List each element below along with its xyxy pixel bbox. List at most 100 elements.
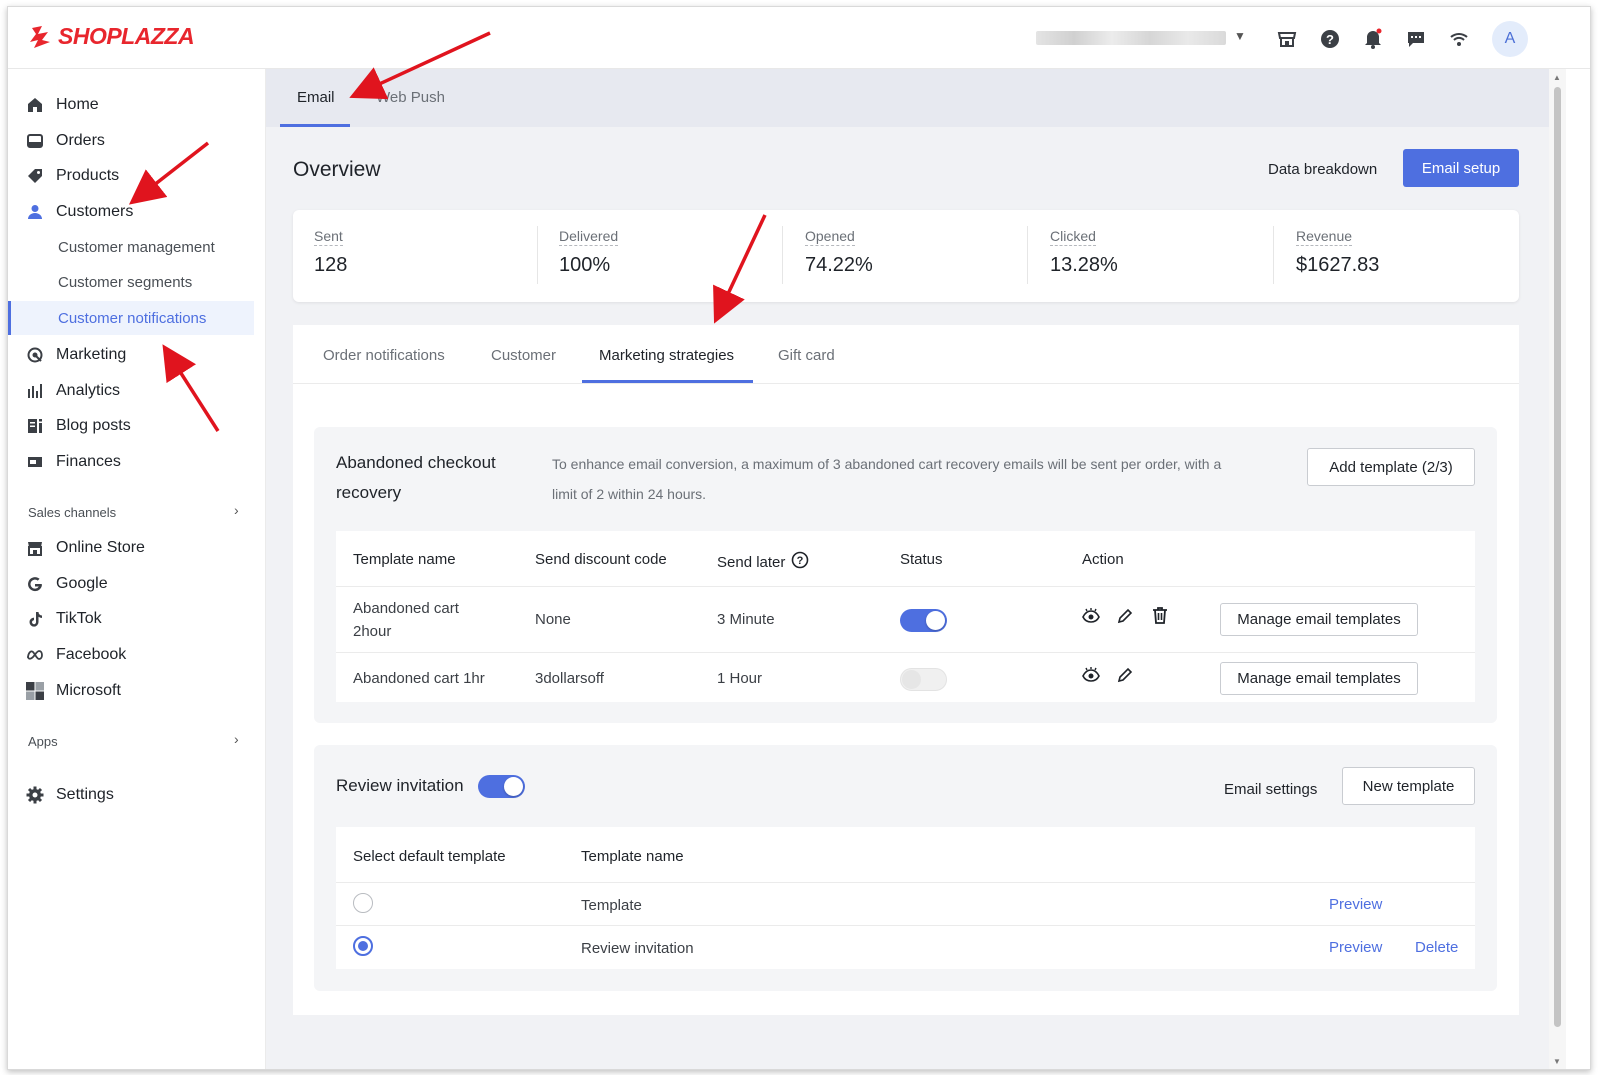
preview-eye-icon[interactable] xyxy=(1081,606,1101,626)
abandoned-templates-table: Template name Send discount code Send la… xyxy=(336,531,1475,702)
sales-channels-label: Sales channels xyxy=(28,505,117,520)
sidebar-item-orders[interactable]: Orders xyxy=(26,126,105,156)
sidebar: Home Orders Products Customers Customer … xyxy=(8,69,266,1069)
review-invitation-toggle[interactable] xyxy=(478,775,525,798)
sidebar-subitem-customer-notifications[interactable]: Customer notifications xyxy=(58,310,206,327)
chevron-right-icon[interactable]: › xyxy=(234,731,239,747)
sidebar-item-online-store[interactable]: Online Store xyxy=(26,533,145,563)
edit-pencil-icon[interactable] xyxy=(1115,665,1135,685)
wifi-icon[interactable] xyxy=(1447,27,1471,51)
chevron-right-icon[interactable]: › xyxy=(234,502,239,518)
new-template-button[interactable]: New template xyxy=(1342,767,1475,805)
active-tab-indicator xyxy=(280,124,350,127)
sidebar-item-google[interactable]: Google xyxy=(26,569,108,599)
help-circle-icon[interactable]: ? xyxy=(791,551,809,573)
status-toggle[interactable] xyxy=(900,668,947,691)
preview-link[interactable]: Preview xyxy=(1329,896,1382,913)
review-invitation-section: Review invitation Email settings New tem… xyxy=(314,745,1497,991)
sidebar-item-finances[interactable]: Finances xyxy=(26,447,121,477)
store-selector[interactable] xyxy=(1036,31,1226,45)
sidebar-item-label: Analytics xyxy=(56,382,121,399)
column-header: Template name xyxy=(581,848,684,865)
sidebar-item-products[interactable]: Products xyxy=(26,161,119,191)
divider xyxy=(537,226,538,284)
finances-icon xyxy=(26,453,44,471)
review-templates-table: Select default template Template name Te… xyxy=(336,827,1475,969)
send-later-cell: 1 Hour xyxy=(717,670,763,687)
blog-icon xyxy=(26,417,44,435)
scrollbar[interactable]: ▲ ▼ xyxy=(1549,69,1566,1069)
stat-label: Clicked xyxy=(1050,228,1096,246)
scroll-up-icon[interactable]: ▲ xyxy=(1553,73,1561,82)
preview-link[interactable]: Preview xyxy=(1329,939,1382,956)
stat-clicked: Clicked 13.28% xyxy=(1050,228,1118,277)
default-template-radio[interactable] xyxy=(353,893,373,913)
meta-icon xyxy=(26,646,44,664)
bell-icon[interactable] xyxy=(1361,27,1385,51)
sidebar-item-home[interactable]: Home xyxy=(26,90,99,120)
home-icon xyxy=(26,96,44,114)
scroll-thumb[interactable] xyxy=(1554,87,1561,1027)
chevron-down-icon[interactable]: ▼ xyxy=(1234,29,1246,43)
divider xyxy=(336,652,1475,653)
email-settings-link[interactable]: Email settings xyxy=(1224,778,1317,801)
stat-label: Sent xyxy=(314,228,343,246)
discount-code-cell: 3dollarsoff xyxy=(535,670,604,687)
sidebar-subitem-customer-management[interactable]: Customer management xyxy=(58,239,215,256)
sidebar-item-facebook[interactable]: Facebook xyxy=(26,640,126,670)
marketing-icon xyxy=(26,346,44,364)
divider xyxy=(1273,226,1274,284)
shoplazza-logo[interactable]: SHOPLAZZA xyxy=(28,23,195,50)
sidebar-item-label: Facebook xyxy=(56,646,127,663)
delete-link[interactable]: Delete xyxy=(1415,939,1458,956)
tab-gift-card[interactable]: Gift card xyxy=(778,347,835,364)
data-breakdown-link[interactable]: Data breakdown xyxy=(1268,161,1377,178)
stat-delivered: Delivered 100% xyxy=(559,228,619,277)
sidebar-item-label: Online Store xyxy=(56,539,145,556)
tab-email[interactable]: Email xyxy=(297,89,335,106)
divider xyxy=(336,882,1475,883)
section-title-continued: recovery xyxy=(336,483,402,502)
tab-web-push[interactable]: Web Push xyxy=(376,89,445,106)
scroll-down-icon[interactable]: ▼ xyxy=(1553,1057,1561,1066)
sidebar-item-microsoft[interactable]: Microsoft xyxy=(26,676,121,706)
delete-trash-icon[interactable] xyxy=(1150,605,1170,625)
manage-email-templates-button[interactable]: Manage email templates xyxy=(1220,662,1418,695)
stat-opened: Opened 74.22% xyxy=(805,228,873,277)
template-name-cell: Template xyxy=(581,897,642,914)
tab-divider xyxy=(293,383,1519,384)
sidebar-item-label: Products xyxy=(56,167,120,184)
sidebar-item-blog-posts[interactable]: Blog posts xyxy=(26,411,131,441)
stat-value: $1627.83 xyxy=(1296,254,1380,276)
section-title: Review invitation xyxy=(336,776,464,795)
default-template-radio[interactable] xyxy=(353,936,373,956)
sidebar-item-label: Blog posts xyxy=(56,417,131,434)
tiktok-icon xyxy=(26,610,44,628)
store-icon[interactable] xyxy=(1275,27,1299,51)
chat-icon[interactable] xyxy=(1404,27,1428,51)
manage-email-templates-button[interactable]: Manage email templates xyxy=(1220,603,1418,636)
sidebar-item-analytics[interactable]: Analytics xyxy=(26,376,120,406)
sidebar-subitem-customer-segments[interactable]: Customer segments xyxy=(58,274,192,291)
tab-order-notifications[interactable]: Order notifications xyxy=(323,347,445,364)
email-setup-button[interactable]: Email setup xyxy=(1403,149,1519,187)
stat-value: 100% xyxy=(559,254,611,276)
tag-icon xyxy=(26,167,44,185)
stats-card: Sent 128 Delivered 100% Opened 74.22% Cl… xyxy=(293,210,1519,302)
tab-customer[interactable]: Customer xyxy=(491,347,556,364)
add-template-button[interactable]: Add template (2/3) xyxy=(1307,448,1475,486)
edit-pencil-icon[interactable] xyxy=(1115,606,1135,626)
preview-eye-icon[interactable] xyxy=(1081,665,1101,685)
avatar[interactable]: A xyxy=(1492,21,1528,57)
status-toggle[interactable] xyxy=(900,609,947,632)
sidebar-item-label: Settings xyxy=(56,786,114,803)
sidebar-item-settings[interactable]: Settings xyxy=(26,780,114,810)
channel-tabs: Email Web Push xyxy=(266,69,1549,127)
sidebar-item-tiktok[interactable]: TikTok xyxy=(26,604,102,634)
sidebar-item-customers[interactable]: Customers xyxy=(26,197,133,227)
tab-marketing-strategies[interactable]: Marketing strategies xyxy=(599,347,734,364)
sidebar-item-marketing[interactable]: Marketing xyxy=(26,340,126,370)
orders-icon xyxy=(26,132,44,150)
help-icon[interactable]: ? xyxy=(1318,27,1342,51)
stat-label: Revenue xyxy=(1296,228,1353,246)
